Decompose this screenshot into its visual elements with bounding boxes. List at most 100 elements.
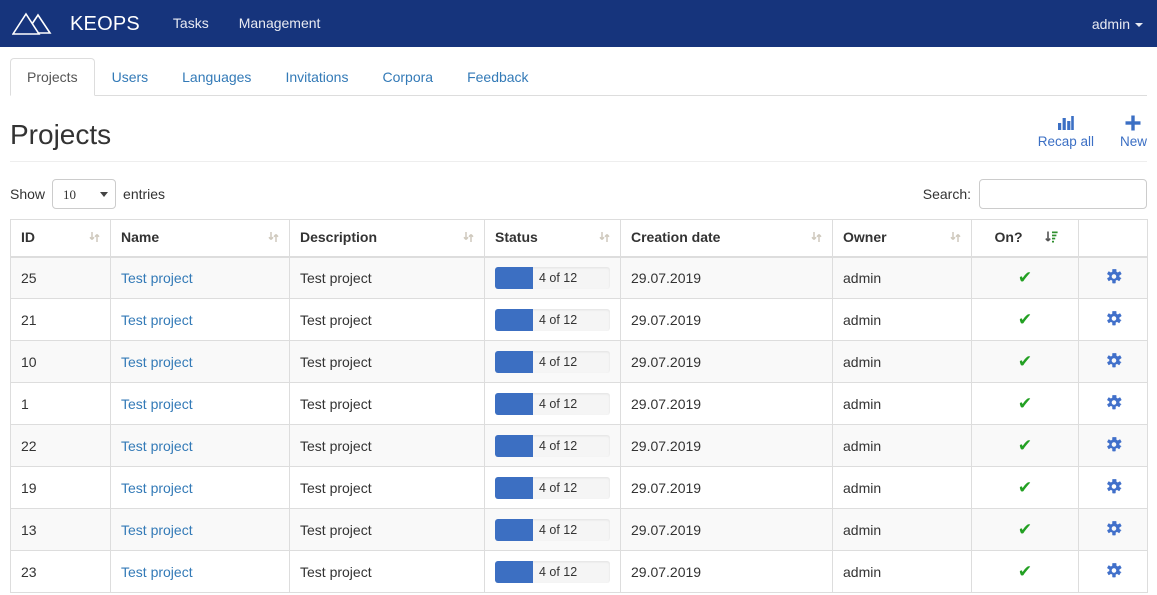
project-name-link[interactable]: Test project [121,312,193,328]
brand-title: KEOPS [70,12,140,35]
top-navbar: KEOPS Tasks Management admin [0,0,1157,47]
col-header-description-label: Description [300,229,378,246]
project-name-link[interactable]: Test project [121,396,193,412]
cell-name: Test project [110,424,290,467]
nav-link-tasks[interactable]: Tasks [158,0,224,47]
progress-fill [495,308,533,331]
col-header-creation-date-label: Creation date [631,229,721,246]
col-header-description[interactable]: Description [289,219,485,258]
tab-languages[interactable]: Languages [165,58,268,96]
projects-table-head: ID Name Description Status Creation date… [10,219,1148,258]
plus-icon [1125,114,1141,131]
cell-description: Test project [289,424,485,467]
cell-name: Test project [110,298,290,341]
show-label: Show [10,186,46,202]
nav-link-management[interactable]: Management [224,0,336,47]
col-header-owner-label: Owner [843,229,887,246]
progress-fill [495,518,533,541]
col-header-name[interactable]: Name [110,219,290,258]
row-settings-button[interactable] [1104,519,1123,538]
new-project-label: New [1119,134,1147,149]
progress-fill [495,434,533,457]
tab-invitations[interactable]: Invitations [268,58,365,96]
search-input[interactable] [979,179,1147,209]
cell-id: 25 [10,256,111,299]
tab-languages-link[interactable]: Languages [165,58,268,96]
gear-icon [1104,519,1123,538]
cell-name: Test project [110,550,290,593]
col-header-creation-date[interactable]: Creation date [620,219,833,258]
progress-label: 4 of 12 [538,522,578,537]
cell-description: Test project [289,298,485,341]
entries-select[interactable]: 10 [52,179,117,209]
row-settings-button[interactable] [1104,393,1123,412]
progress-label: 4 of 12 [538,270,578,285]
user-menu-button[interactable]: admin [1092,16,1143,32]
row-settings-button[interactable] [1104,309,1123,328]
col-header-on-label: On? [994,229,1023,246]
row-settings-button[interactable] [1104,477,1123,496]
cell-name: Test project [110,382,290,425]
new-project-button[interactable]: New [1120,114,1147,150]
sort-both-icon [463,230,474,244]
col-header-name-label: Name [121,229,160,246]
table-row: 1 Test project Test project 4 of 12 29.07.20… [10,382,1148,425]
tab-projects-link[interactable]: Projects [10,58,95,96]
sort-both-icon [599,230,610,244]
project-name-link[interactable]: Test project [121,480,193,496]
sort-both-icon [950,230,961,244]
cell-id: 19 [10,466,111,509]
cell-actions [1078,424,1148,467]
status-progress-bar: 4 of 12 [495,266,610,289]
cell-id: 10 [10,340,111,383]
tab-corpora-link[interactable]: Corpora [365,58,450,96]
cell-creation-date: 29.07.2019 [620,256,833,299]
cell-on: ✔ [971,298,1079,341]
project-name-link[interactable]: Test project [121,270,193,286]
tab-projects[interactable]: Projects [10,58,95,96]
tab-users[interactable]: Users [95,58,166,96]
cell-description: Test project [289,382,485,425]
gear-icon [1104,267,1123,286]
cell-owner: admin [832,550,972,593]
progress-label: 4 of 12 [538,438,578,453]
row-settings-button[interactable] [1104,435,1123,454]
row-settings-button[interactable] [1104,267,1123,286]
row-settings-button[interactable] [1104,561,1123,580]
brand-home-link[interactable]: KEOPS [11,9,158,39]
cell-on: ✔ [971,550,1079,593]
user-menu-label: admin [1091,15,1130,32]
tab-invitations-link[interactable]: Invitations [268,58,365,96]
cell-status: 4 of 12 [484,424,621,467]
cell-description: Test project [289,550,485,593]
col-header-owner[interactable]: Owner [832,219,972,258]
row-settings-button[interactable] [1104,351,1123,370]
check-icon: ✔ [1017,310,1033,329]
projects-table-body: 25 Test project Test project 4 of 12 29.07.2… [10,256,1148,593]
project-name-link[interactable]: Test project [121,438,193,454]
cell-id: 13 [10,508,111,551]
tab-corpora[interactable]: Corpora [365,58,450,96]
col-header-id[interactable]: ID [10,219,111,258]
col-header-status[interactable]: Status [484,219,621,258]
cell-owner: admin [832,382,972,425]
tab-feedback-link[interactable]: Feedback [450,58,545,96]
status-progress-bar: 4 of 12 [495,350,610,373]
cell-creation-date: 29.07.2019 [620,508,833,551]
caret-down-icon [1135,22,1143,27]
recap-all-button[interactable]: Recap all [1038,114,1094,150]
cell-status: 4 of 12 [484,550,621,593]
tab-feedback[interactable]: Feedback [450,58,545,96]
project-name-link[interactable]: Test project [121,354,193,370]
col-header-on[interactable]: On? [971,219,1079,258]
project-name-link[interactable]: Test project [121,564,193,580]
gear-icon [1104,561,1123,580]
cell-actions [1078,298,1148,341]
status-progress-bar: 4 of 12 [495,560,610,583]
cell-on: ✔ [971,382,1079,425]
project-name-link[interactable]: Test project [121,522,193,538]
cell-status: 4 of 12 [484,256,621,299]
cell-owner: admin [832,424,972,467]
tab-users-link[interactable]: Users [95,58,166,96]
sort-both-icon [89,230,100,244]
